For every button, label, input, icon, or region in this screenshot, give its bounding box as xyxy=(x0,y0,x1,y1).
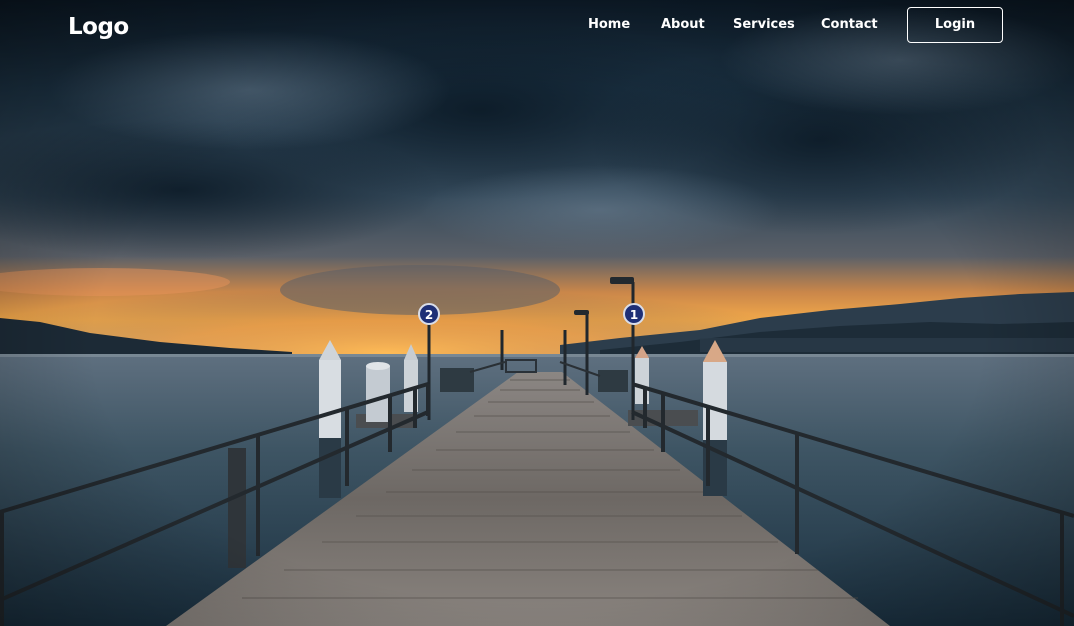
nav-link-services[interactable]: Services xyxy=(733,16,795,34)
nav-link-contact[interactable]: Contact xyxy=(821,16,878,34)
nav-link-about[interactable]: About xyxy=(661,16,705,34)
top-navbar: Logo Home About Services Contact Login xyxy=(0,0,1074,54)
nav-link-home[interactable]: Home xyxy=(588,16,630,34)
landing-page: 2 1 xyxy=(0,0,1074,626)
hero-background-image: 2 1 xyxy=(0,0,1074,626)
login-button[interactable]: Login xyxy=(907,7,1003,43)
